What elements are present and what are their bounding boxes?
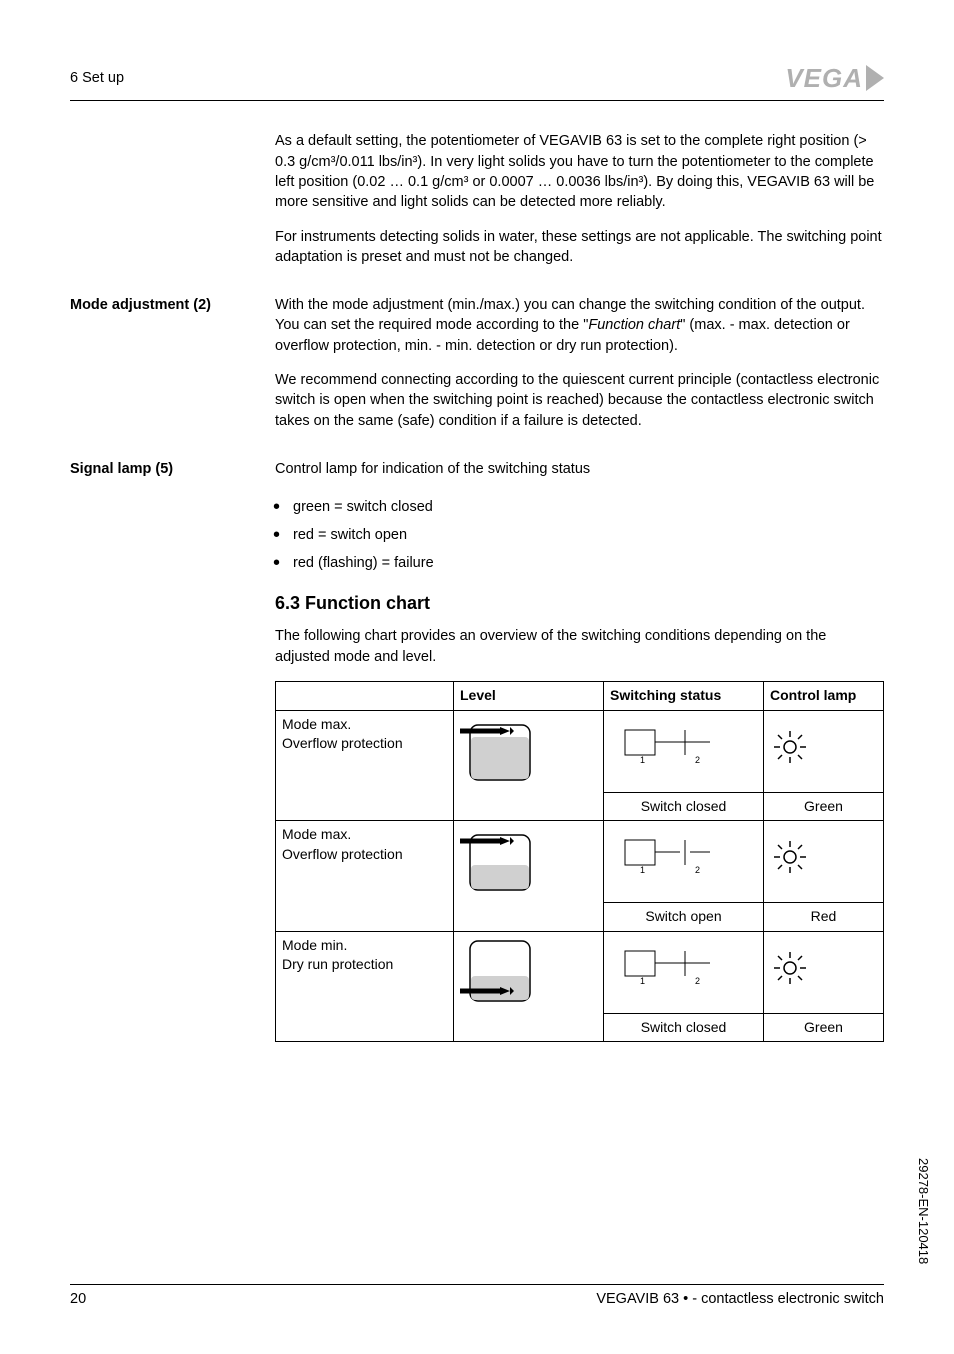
- svg-text:2: 2: [695, 976, 700, 986]
- paragraph-control-lamp: Control lamp for indication of the switc…: [275, 459, 884, 479]
- mode-cell: Mode max. Overflow protection: [276, 710, 454, 821]
- switch-label: Switch closed: [604, 1013, 764, 1042]
- doc-code: 29278-EN-120418: [914, 1158, 932, 1264]
- signal-lamp-label: Signal lamp (5): [70, 459, 275, 1042]
- svg-text:1: 1: [640, 865, 645, 875]
- col-blank: [276, 682, 454, 711]
- switch-label: Switch open: [604, 903, 764, 932]
- section-label: 6 Set up: [70, 68, 124, 88]
- list-item: green = switch closed: [293, 493, 884, 521]
- table-row: Mode min. Dry run protection: [276, 931, 884, 1013]
- col-level: Level: [454, 682, 604, 711]
- level-mid-icon: [454, 821, 604, 932]
- mode-adjustment-label: Mode adjustment (2): [70, 295, 275, 445]
- function-chart-table: Level Switching status Control lamp Mode…: [275, 681, 884, 1042]
- mode-cell: Mode max. Overflow protection: [276, 821, 454, 932]
- page-footer: 20 VEGAVIB 63 • - contactless electronic…: [70, 1284, 884, 1309]
- svg-text:2: 2: [695, 755, 700, 765]
- level-low-icon: [454, 931, 604, 1042]
- col-switching: Switching status: [604, 682, 764, 711]
- product-name: VEGAVIB 63 • - contactless electronic sw…: [596, 1289, 884, 1309]
- svg-text:1: 1: [640, 755, 645, 765]
- switch-open-icon: 1 2: [604, 821, 764, 903]
- switch-label: Switch closed: [604, 792, 764, 821]
- lamp-on-icon: [764, 931, 884, 1013]
- col-lamp: Control lamp: [764, 682, 884, 711]
- paragraph-quiescent: We recommend connecting according to the…: [275, 370, 884, 431]
- list-item: red = switch open: [293, 521, 884, 549]
- switch-closed-icon: 1 2: [604, 931, 764, 1013]
- mode-cell: Mode min. Dry run protection: [276, 931, 454, 1042]
- lamp-on-icon: [764, 710, 884, 792]
- paragraph-mode-adjustment: With the mode adjustment (min./max.) you…: [275, 295, 884, 356]
- table-header-row: Level Switching status Control lamp: [276, 682, 884, 711]
- table-row: Mode max. Overflow protection: [276, 710, 884, 792]
- signal-lamp-list: green = switch closed red = switch open …: [275, 493, 884, 577]
- switch-closed-icon: 1 2: [604, 710, 764, 792]
- level-high-icon: [454, 710, 604, 821]
- paragraph-solids-in-water: For instruments detecting solids in wate…: [275, 227, 884, 268]
- lamp-label: Green: [764, 1013, 884, 1042]
- lamp-on-icon: [764, 821, 884, 903]
- svg-text:1: 1: [640, 976, 645, 986]
- paragraph-default-setting: As a default setting, the potentiometer …: [275, 131, 884, 212]
- svg-text:2: 2: [695, 865, 700, 875]
- logo-triangle-icon: [866, 65, 884, 91]
- paragraph-chart-intro: The following chart provides an overview…: [275, 626, 884, 667]
- section-heading: 6.3 Function chart: [275, 591, 884, 616]
- list-item: red (flashing) = failure: [293, 549, 884, 577]
- lamp-label: Green: [764, 792, 884, 821]
- page-header: 6 Set up VEGA: [70, 60, 884, 101]
- page-number: 20: [70, 1289, 86, 1309]
- table-row: Mode max. Overflow protection: [276, 821, 884, 903]
- lamp-label: Red: [764, 903, 884, 932]
- brand-logo: VEGA: [785, 60, 884, 96]
- logo-text: VEGA: [785, 60, 863, 96]
